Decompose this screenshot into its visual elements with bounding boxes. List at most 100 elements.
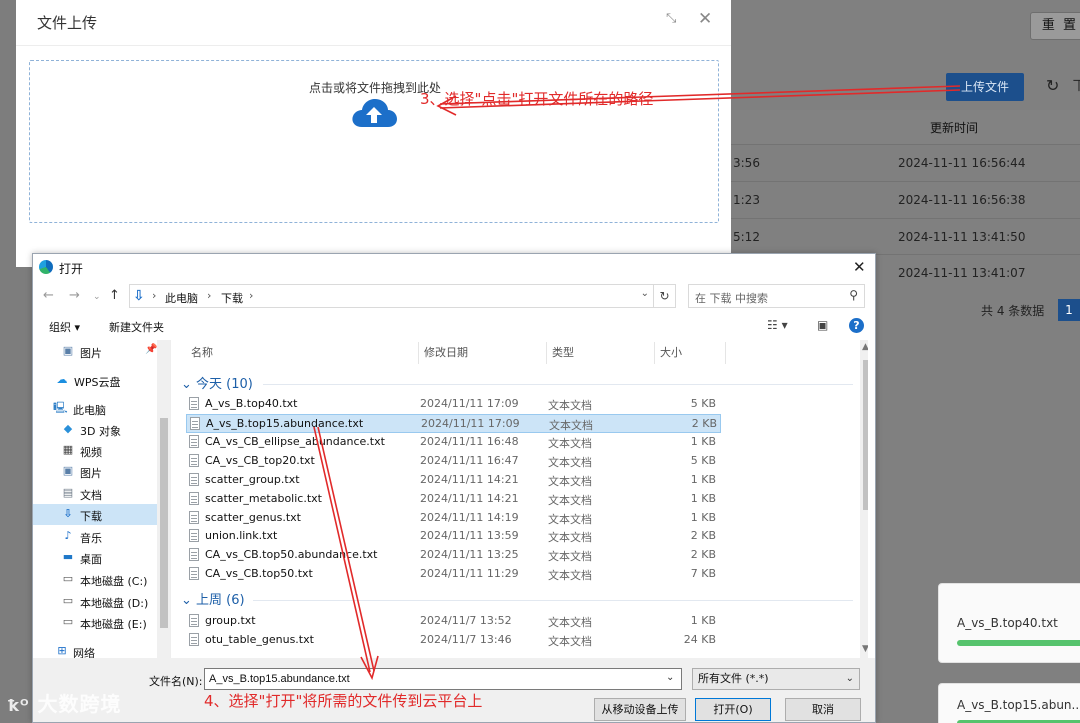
sidebar-item-pictures-quick[interactable]: ▣ 图片 📌 [33,341,158,362]
up-arrow-icon[interactable]: ↑ [109,288,120,303]
forward-arrow-icon[interactable]: → [69,288,80,303]
sidebar-item-music[interactable]: ♪ 音乐 [33,526,157,547]
sidebar-item-drive-c[interactable]: ▭ 本地磁盘 (C:) [33,569,157,590]
file-size: 1 KB [690,614,716,627]
total-count-text: 共 4 条数据 [981,304,1045,318]
maximize-icon[interactable]: ⤡ [666,12,680,26]
breadcrumb-downloads[interactable]: 下载 [221,290,243,306]
search-input[interactable]: 在 下载 中搜索 ⚲ [688,284,865,308]
open-button[interactable]: 打开(O) [695,698,771,721]
scrollbar-thumb[interactable] [160,418,168,628]
group-label: 上周 (6) [196,593,245,608]
preview-pane-icon[interactable]: ▣ [817,318,828,332]
file-row[interactable]: CA_vs_CB_top20.txt 2024/11/11 16:47 文本文档… [186,452,721,471]
file-list-scrollbar[interactable]: ▲ ▼ [860,340,868,658]
help-icon[interactable]: ? [849,318,864,333]
text-file-icon [189,529,199,542]
sidebar-item-network[interactable]: ⊞ 网络 [33,641,157,658]
cloud-upload-icon[interactable] [350,95,398,131]
text-file-icon [189,614,199,627]
file-row[interactable]: union.link.txt 2024/11/11 13:59 文本文档 2 K… [186,527,721,546]
sidebar-item-downloads[interactable]: ⇩ 下载 [33,504,157,525]
organize-menu[interactable]: 组织 ▾ [49,319,80,335]
scrollbar-thumb[interactable] [863,360,868,510]
file-row[interactable]: A_vs_B.top40.txt 2024/11/11 17:09 文本文档 5… [186,395,721,414]
watermark-text: 大数跨境 [37,692,122,716]
sidebar-item-videos[interactable]: ▦ 视频 [33,440,157,461]
column-divider[interactable] [654,342,655,364]
column-header-size[interactable]: 大小 [660,340,682,366]
sidebar-item-drive-d[interactable]: ▭ 本地磁盘 (D:) [33,591,157,612]
close-icon[interactable]: ✕ [698,9,716,29]
file-date: 2024/11/7 13:52 [420,614,512,627]
pin-icon: 📌 [145,344,158,355]
file-type: 文本文档 [548,513,592,526]
file-row[interactable]: CA_vs_CB.top50.abundance.txt 2024/11/11 … [186,546,721,565]
refresh-icon[interactable]: ↻ [1046,77,1064,95]
file-row-selected[interactable]: A_vs_B.top15.abundance.txt 2024/11/11 17… [186,414,721,433]
column-divider[interactable] [546,342,547,364]
column-header-date[interactable]: 修改日期 [424,340,468,366]
table-row: 3:56 2024-11-11 16:56:44 [731,144,1080,181]
upload-file-button[interactable]: 上传文件 [946,73,1024,101]
view-options-icon[interactable]: ☷ ▾ [767,318,788,332]
scroll-down-icon[interactable]: ▼ [862,644,868,654]
chevron-down-icon[interactable]: ⌄ [666,672,674,683]
new-folder-button[interactable]: 新建文件夹 [109,319,164,335]
file-size: 7 KB [690,567,716,580]
group-header-today[interactable]: ⌄ 今天 (10) [181,373,253,393]
refresh-icon[interactable]: ↻ [654,284,676,308]
file-drop-zone[interactable]: 点击或将文件拖拽到此处 [29,60,719,223]
group-header-last-week[interactable]: ⌄ 上周 (6) [181,589,245,609]
column-header-type[interactable]: 类型 [552,340,574,366]
file-row[interactable]: CA_vs_CB.top50.txt 2024/11/11 11:29 文本文档… [186,565,721,584]
sidebar-item-drive-e[interactable]: ▭ 本地磁盘 (E:) [33,612,157,633]
close-icon[interactable]: ✕ [853,258,866,276]
chevron-down-icon[interactable]: ⌄ [641,288,649,299]
cancel-button[interactable]: 取消 [785,698,861,721]
table-row: 5:12 2024-11-11 13:41:50 [731,218,1080,255]
music-icon: ♪ [64,529,72,542]
sidebar-item-3d-objects[interactable]: ◆ 3D 对象 [33,419,157,440]
upload-from-mobile-button[interactable]: 从移动设备上传 [594,698,686,721]
browser-app-icon [39,260,53,274]
file-name: scatter_genus.txt [205,511,301,524]
search-placeholder: 在 下载 中搜索 [695,292,768,305]
file-row[interactable]: scatter_metabolic.txt 2024/11/11 14:21 文… [186,490,721,509]
scroll-up-icon[interactable]: ▲ [862,342,868,352]
group-divider [253,600,853,601]
reset-button[interactable]: 重 置 [1030,12,1080,40]
column-divider[interactable] [725,342,726,364]
file-row[interactable]: CA_vs_CB_ellipse_abundance.txt 2024/11/1… [186,433,721,452]
sidebar-item-label: 文档 [80,489,102,502]
address-bar[interactable]: ⇩ › 此电脑 › 下载 › ⌄ [129,284,654,308]
file-type-select[interactable]: 所有文件 (*.*) ⌄ [692,668,860,690]
file-name: CA_vs_CB.top50.txt [205,567,313,580]
file-type: 文本文档 [548,456,592,469]
column-divider[interactable] [418,342,419,364]
file-size: 2 KB [690,548,716,561]
file-date: 2024/11/11 16:48 [420,435,519,448]
cloud-icon: ☁ [56,373,68,386]
column-header-name[interactable]: 名称 [191,340,213,366]
recent-locations-chevron-icon[interactable]: ⌄ [93,292,101,302]
file-row[interactable]: group.txt 2024/11/7 13:52 文本文档 1 KB [186,612,721,631]
file-row[interactable]: otu_table_genus.txt 2024/11/7 13:46 文本文档… [186,631,721,650]
drive-icon: ▭ [62,615,74,628]
breadcrumb-this-pc[interactable]: 此电脑 [165,290,198,306]
back-arrow-icon[interactable]: ← [43,288,54,303]
sidebar-item-documents[interactable]: ▤ 文档 [33,483,157,504]
filename-input[interactable] [204,668,682,690]
sidebar-scrollbar[interactable] [157,340,170,658]
text-file-icon [189,567,199,580]
sidebar-item-wps-cloud[interactable]: ☁ WPS云盘 [33,370,157,391]
file-row[interactable]: scatter_group.txt 2024/11/11 14:21 文本文档 … [186,471,721,490]
toolbar-icon[interactable]: ⊤ [1072,77,1080,95]
sidebar-item-this-pc[interactable]: 🖳 此电脑 [33,398,157,419]
pagination-page-1[interactable]: 1 [1058,299,1080,321]
table-cell-update-time: 2024-11-11 13:41:07 [898,266,1026,280]
sidebar-item-pictures[interactable]: ▣ 图片 [33,461,157,482]
sidebar-item-desktop[interactable]: ▬ 桌面 [33,547,157,568]
file-type: 文本文档 [548,531,592,544]
file-row[interactable]: scatter_genus.txt 2024/11/11 14:19 文本文档 … [186,509,721,528]
